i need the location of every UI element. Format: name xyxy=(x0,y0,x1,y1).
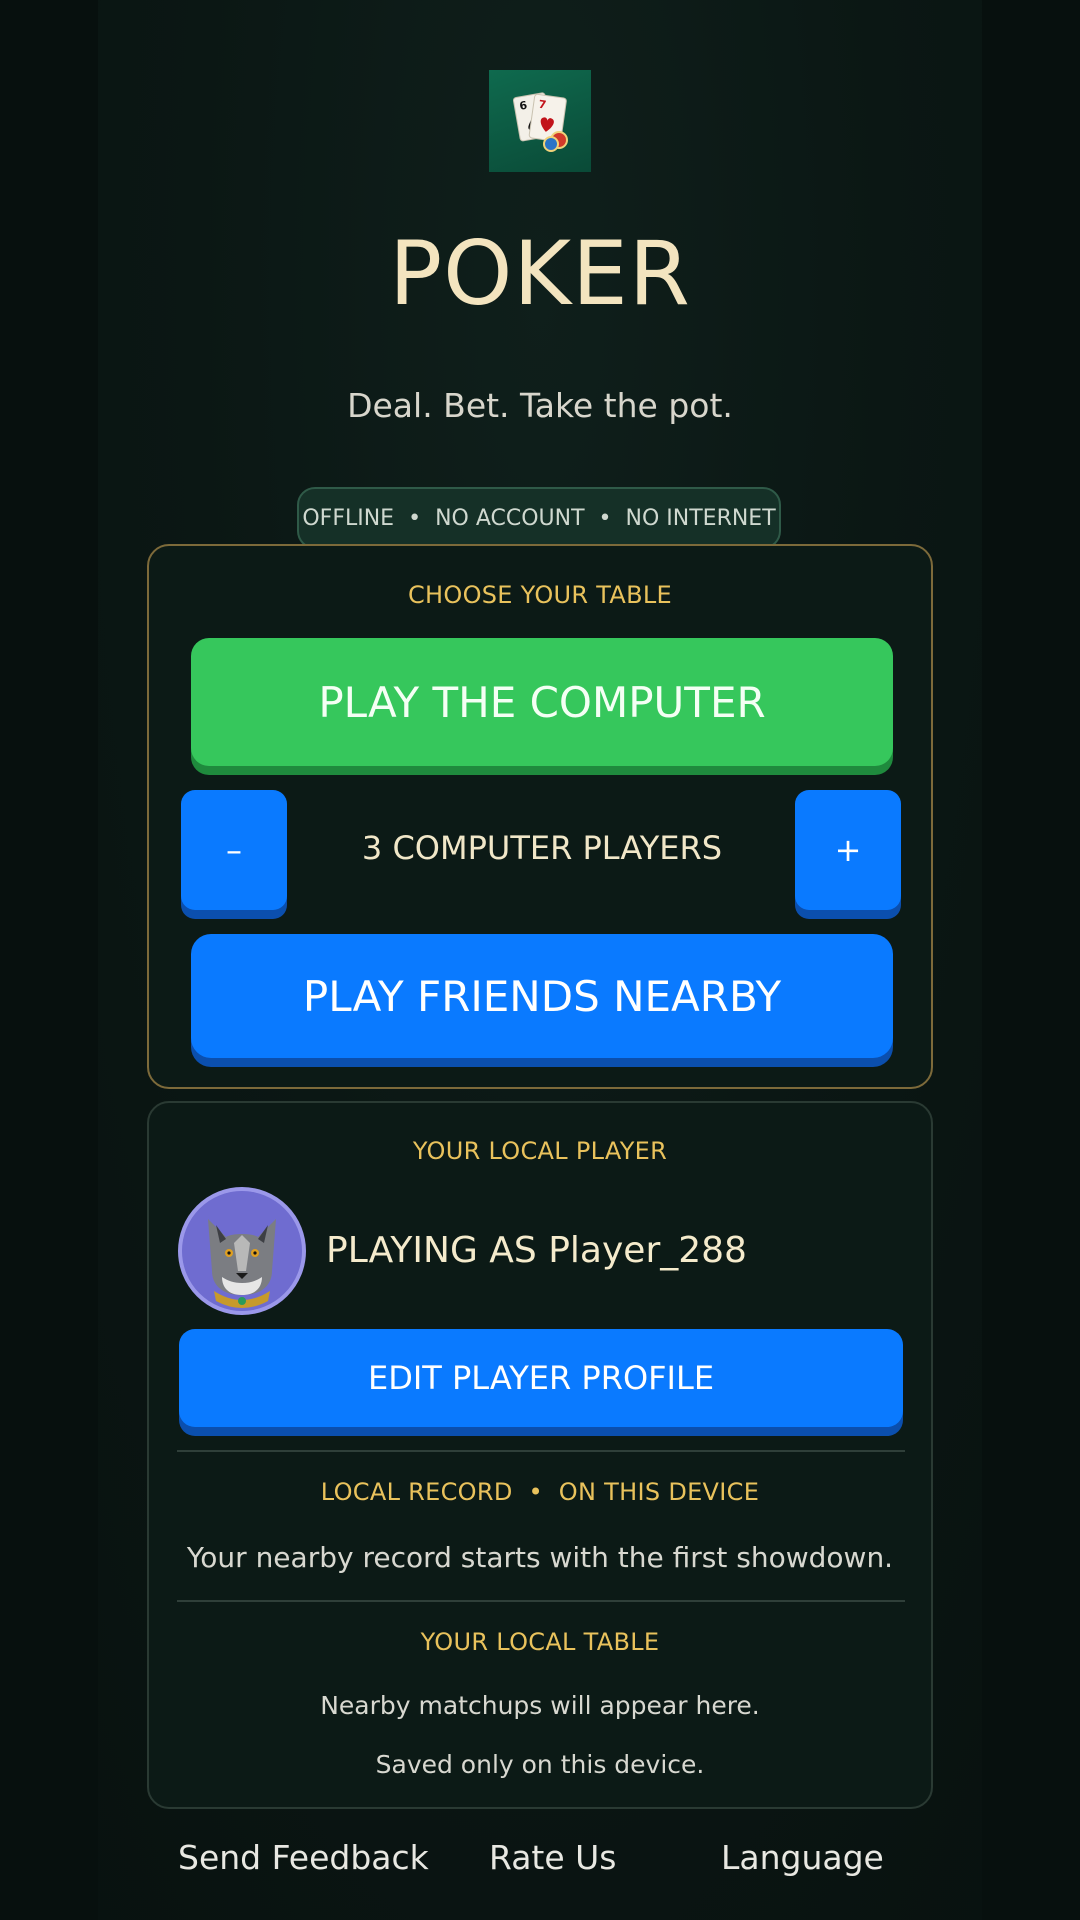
wolf-avatar-icon xyxy=(178,1187,306,1315)
computer-players-count: 3 COMPUTER PLAYERS xyxy=(361,829,723,867)
mode-no-internet: NO INTERNET xyxy=(625,505,776,531)
choose-table-label: CHOOSE YOUR TABLE xyxy=(407,581,673,609)
tagline: Deal. Bet. Take the pot. xyxy=(347,386,733,425)
increase-players-button[interactable]: + xyxy=(795,790,901,910)
app-title: POKER xyxy=(389,222,691,325)
local-record-text: Your nearby record starts with the first… xyxy=(186,1541,894,1574)
playing-as-name: PLAYING AS Player_288 xyxy=(326,1230,747,1271)
mode-no-account: NO ACCOUNT xyxy=(435,505,585,531)
language-link[interactable]: Language xyxy=(721,1838,884,1877)
play-computer-button[interactable]: PLAY THE COMPUTER xyxy=(191,638,893,766)
mode-offline: OFFLINE xyxy=(302,505,395,531)
send-feedback-link[interactable]: Send Feedback xyxy=(178,1838,429,1877)
rate-us-link[interactable]: Rate Us xyxy=(489,1838,617,1877)
choose-table-card: CHOOSE YOUR TABLE PLAY THE COMPUTER – 3 … xyxy=(147,544,933,1089)
local-player-label: YOUR LOCAL PLAYER xyxy=(412,1137,668,1165)
divider xyxy=(177,1450,905,1452)
local-record-label: LOCAL RECORD • ON THIS DEVICE xyxy=(320,1478,760,1506)
home-screen: 6 7 POKER Deal. Bet. Take the pot. OFFLI… xyxy=(0,0,1080,1920)
divider xyxy=(177,1600,905,1602)
edit-player-profile-button[interactable]: EDIT PLAYER PROFILE xyxy=(179,1329,903,1427)
play-friends-nearby-button[interactable]: PLAY FRIENDS NEARBY xyxy=(191,934,893,1058)
local-table-text: Nearby matchups will appear here. xyxy=(320,1691,760,1720)
decrease-players-button[interactable]: – xyxy=(181,790,287,910)
local-table-note: Saved only on this device. xyxy=(375,1750,705,1779)
playing-cards-logo-icon: 6 7 xyxy=(489,70,591,172)
offline-mode-badge: OFFLINE • NO ACCOUNT • NO INTERNET xyxy=(297,487,781,549)
mode-separator: • xyxy=(598,505,612,531)
local-table-label: YOUR LOCAL TABLE xyxy=(420,1628,660,1656)
local-player-card: YOUR LOCAL PLAYER PLAYING AS Player_288 … xyxy=(147,1101,933,1809)
mode-separator: • xyxy=(408,505,422,531)
